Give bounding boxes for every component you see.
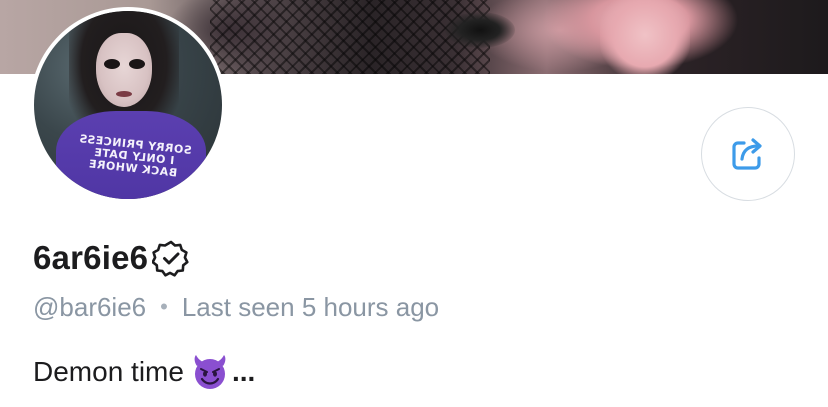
cover-hand: [600, 0, 690, 74]
avatar-eye-right: [129, 59, 145, 69]
last-seen-status: Last seen 5 hours ago: [181, 291, 440, 322]
cover-eye: [445, 12, 515, 48]
smiling-devil-emoji-icon: [190, 354, 230, 390]
profile-meta-row: @bar6ie6 • Last seen 5 hours ago: [33, 290, 439, 324]
meta-separator: •: [160, 294, 168, 319]
profile-name-row: 6ar6ie6: [33, 238, 190, 278]
profile-handle: @bar6ie6: [33, 291, 147, 322]
profile-page: SORRY PRINCESS I ONLY DATE BACK WHORE 6a…: [0, 0, 828, 407]
avatar-lips: [116, 91, 132, 97]
share-button[interactable]: [701, 107, 795, 201]
verified-badge-icon: [152, 239, 190, 277]
profile-avatar[interactable]: SORRY PRINCESS I ONLY DATE BACK WHORE: [30, 7, 226, 203]
profile-display-name: 6ar6ie6: [33, 239, 149, 276]
bio-text: Demon time: [33, 356, 184, 387]
share-icon: [732, 138, 762, 170]
bio-ellipsis: ...: [231, 356, 256, 387]
avatar-eye-left: [104, 59, 120, 69]
avatar-photo: SORRY PRINCESS I ONLY DATE BACK WHORE: [34, 11, 222, 199]
profile-bio[interactable]: Demon time ...: [33, 352, 255, 392]
